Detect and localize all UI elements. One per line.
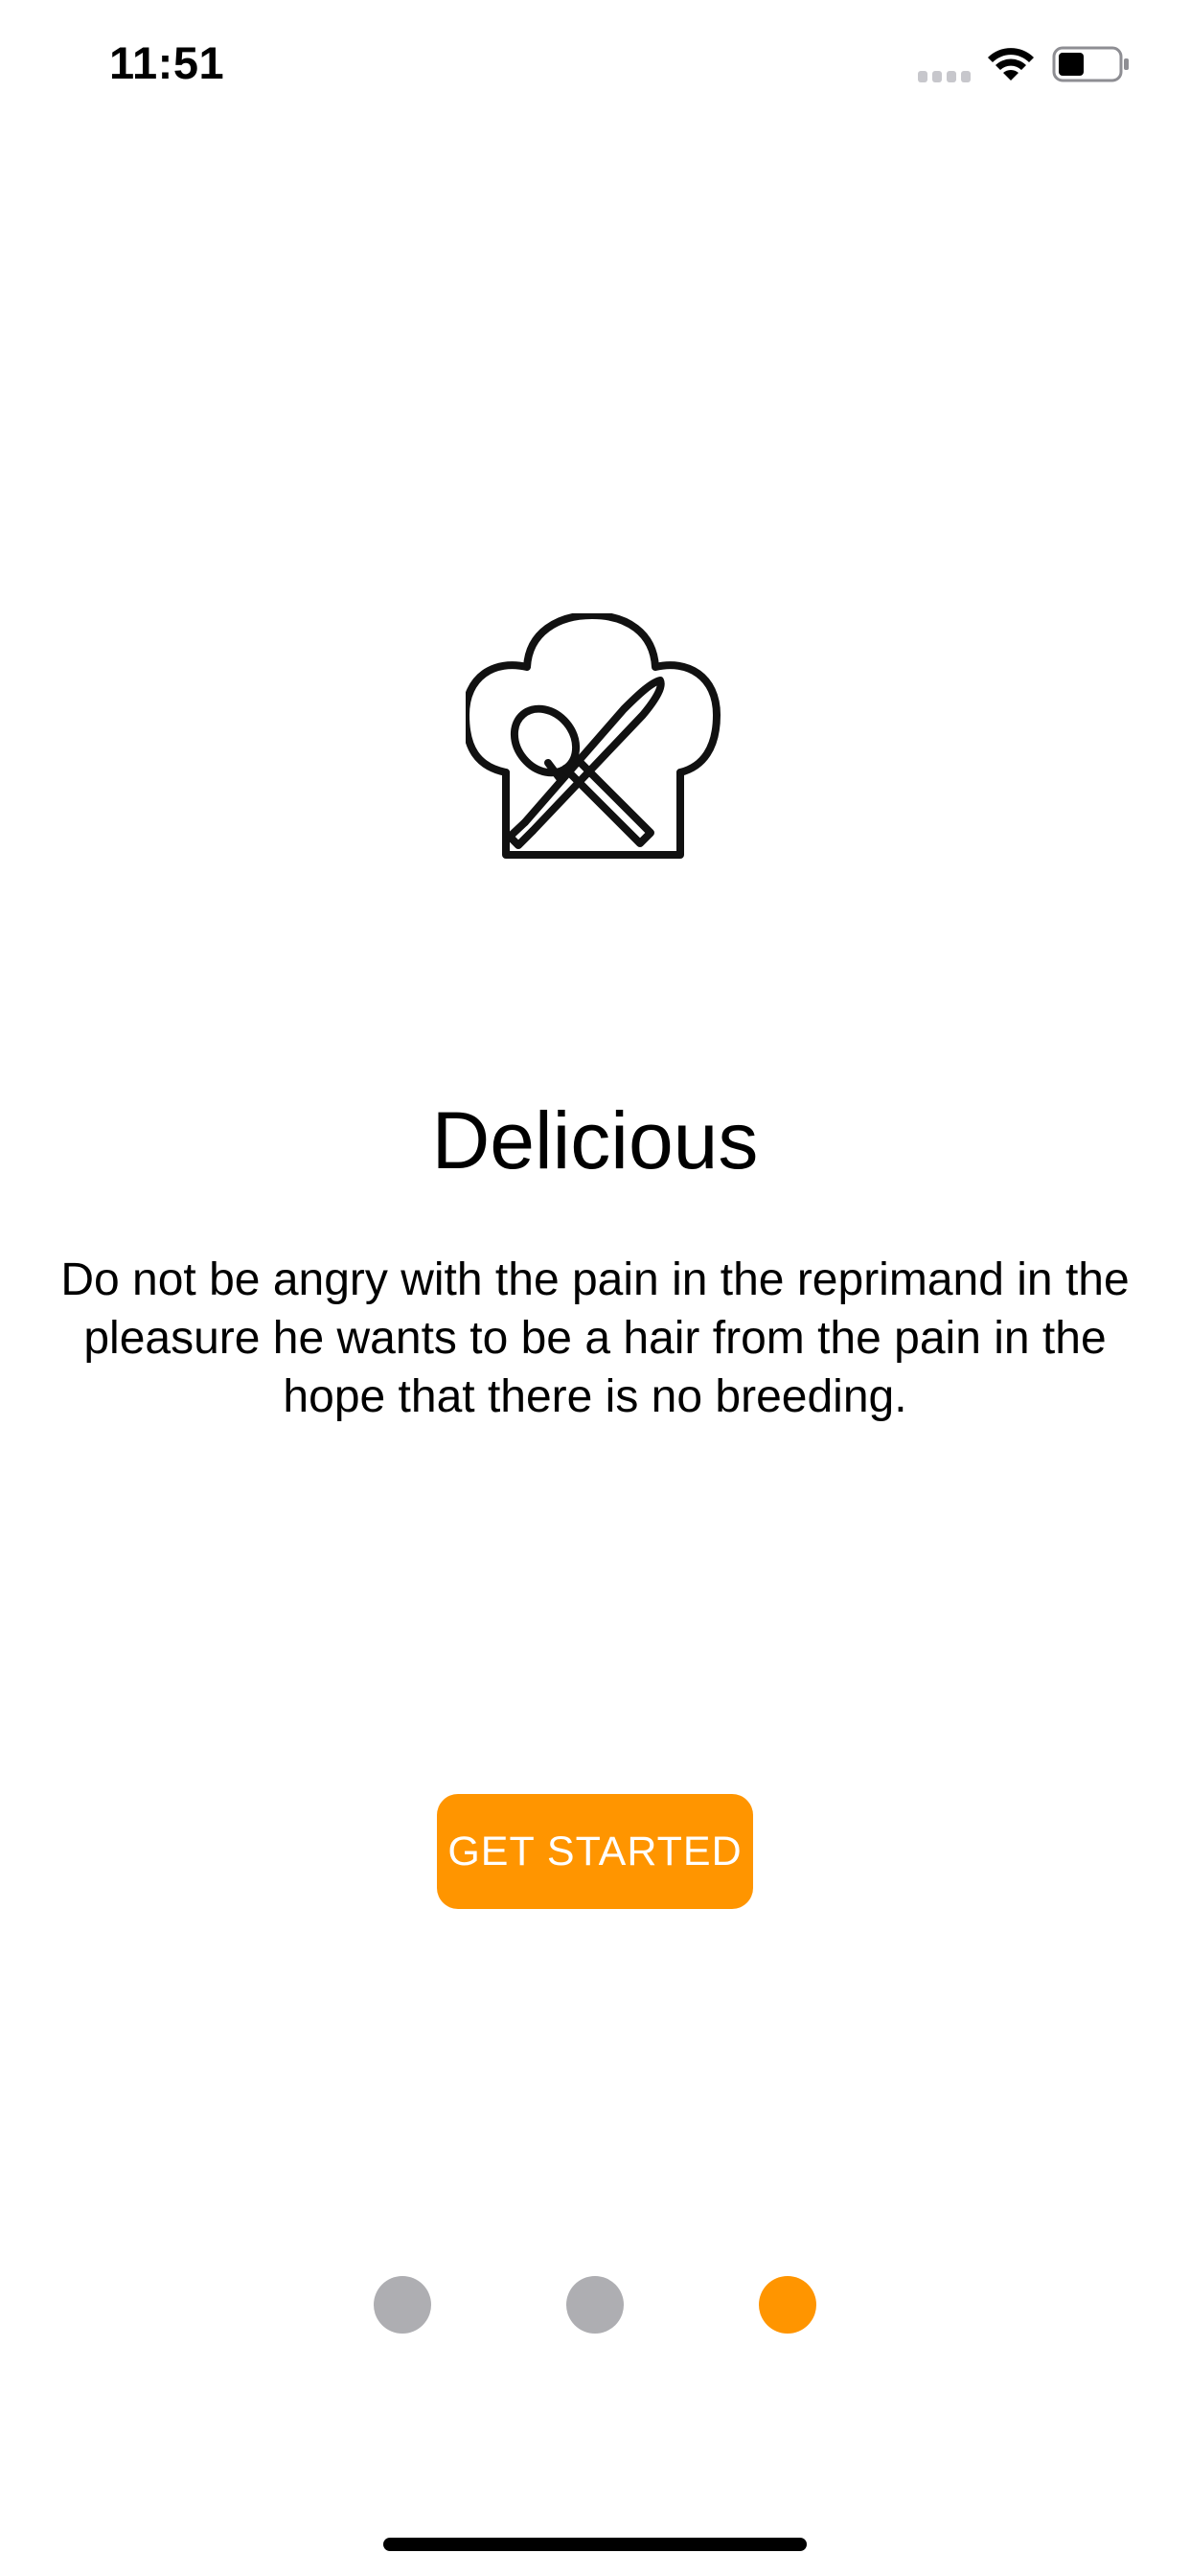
page-indicator-dot-2[interactable] <box>566 2276 624 2334</box>
onboarding-description: Do not be angry with the pain in the rep… <box>60 1254 1130 1422</box>
signal-dots-icon <box>918 71 971 82</box>
home-indicator <box>383 2538 807 2551</box>
status-bar: 11:51 <box>0 0 1190 134</box>
chef-hat-utensils-icon <box>466 613 721 859</box>
page-indicator-dot-3[interactable] <box>759 2276 816 2334</box>
battery-icon <box>1052 46 1129 82</box>
status-time: 11:51 <box>109 37 225 88</box>
get-started-button[interactable]: GET STARTED <box>437 1794 753 1909</box>
wifi-icon <box>988 48 1034 80</box>
onboarding-title: Delicious <box>431 1095 759 1185</box>
page-indicator-dot-1[interactable] <box>374 2276 431 2334</box>
